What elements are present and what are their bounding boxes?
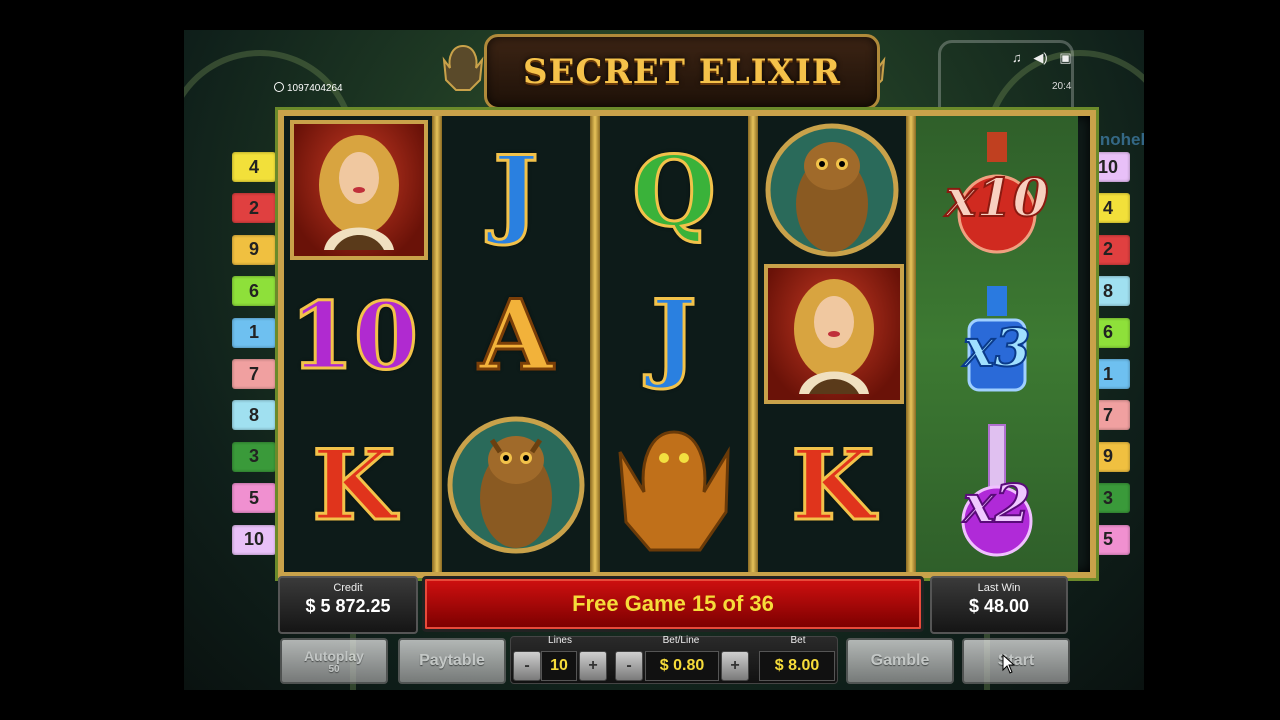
potion-red: x10 — [916, 116, 1078, 266]
credit-display: Credit $ 5 872.25 — [278, 576, 418, 634]
lines-plus-button[interactable]: + — [579, 651, 607, 681]
gargoyle-left-icon — [442, 44, 484, 91]
payline-badge-2[interactable]: 2 — [232, 193, 276, 224]
payline-badge-6[interactable]: 6 — [232, 276, 276, 307]
reel-separator — [590, 116, 600, 572]
last-win-display: Last Win $ 48.00 — [930, 576, 1068, 634]
payline-badge-3[interactable]: 3 — [232, 441, 276, 472]
betline-label: Bet/Line — [662, 635, 700, 646]
payline-badge-4[interactable]: 4 — [232, 152, 276, 182]
lines-value: 10 — [541, 651, 577, 681]
mouse-cursor-icon — [1002, 654, 1016, 674]
woman-portrait-icon — [794, 279, 874, 394]
free-game-status: Free Game 15 of 36 — [422, 576, 924, 632]
start-button[interactable]: Start — [962, 638, 1070, 684]
paytable-button[interactable]: Paytable — [398, 638, 506, 684]
settings-icon[interactable]: ▣ — [1059, 50, 1071, 65]
autoplay-label: Autoplay — [304, 647, 364, 664]
payline-badge-10[interactable]: 10 — [232, 524, 276, 555]
reel-5-multipliers: x10 x3 x2 — [916, 116, 1078, 572]
betline-minus-button[interactable]: - — [615, 651, 643, 681]
reel-separator — [432, 116, 442, 572]
reel-3: Q J — [600, 116, 748, 572]
multiplier-x2: x2 — [962, 473, 1031, 536]
gargoyle-symbol — [610, 412, 738, 558]
owl-icon — [765, 123, 899, 257]
potion-blue: x3 — [916, 266, 1078, 416]
woman-symbol — [764, 264, 904, 404]
multiplier-x3: x3 — [962, 317, 1031, 380]
lines-label: Lines — [548, 635, 572, 646]
reel-1: 10 K — [284, 116, 434, 572]
payline-badge-7[interactable]: 7 — [232, 359, 276, 389]
reel-4: K — [758, 116, 908, 572]
control-panel: Credit $ 5 872.25 Free Game 15 of 36 Las… — [278, 574, 1070, 684]
payline-badge-8[interactable]: 8 — [232, 400, 276, 431]
ten-symbol: 10 — [288, 282, 419, 390]
owl-icon — [447, 416, 585, 554]
lines-minus-button[interactable]: - — [513, 651, 541, 681]
autoplay-count: 50 — [328, 663, 340, 675]
payline-badge-9[interactable]: 9 — [232, 234, 276, 265]
gamble-button[interactable]: Gamble — [846, 638, 954, 684]
game-id-value: 1097404264 — [287, 83, 343, 94]
game-id-label: 1097404264 — [274, 82, 343, 94]
info-icon — [274, 82, 284, 92]
woman-portrait-icon — [319, 135, 399, 250]
payline-badge-1[interactable]: 1 — [232, 317, 276, 348]
j-symbol: J — [650, 279, 698, 392]
a-symbol: A — [477, 279, 554, 392]
reel-2: J A — [442, 116, 590, 572]
k-symbol: K — [311, 429, 397, 542]
potion-purple: x2 — [916, 416, 1078, 566]
multiplier-x10: x10 — [944, 167, 1049, 230]
credit-value: $ 5 872.25 — [305, 596, 391, 616]
credit-label: Credit — [333, 582, 363, 594]
last-win-label: Last Win — [977, 582, 1021, 594]
top-toolbar: ♫ ◀) ▣ — [1012, 50, 1080, 66]
autoplay-button[interactable]: Autoplay 50 — [280, 638, 388, 684]
j-symbol: J — [492, 135, 540, 248]
bet-value: $ 8.00 — [759, 651, 835, 681]
payline-badge-5[interactable]: 5 — [232, 483, 276, 514]
betline-value: $ 0.80 — [645, 651, 719, 681]
music-icon[interactable]: ♫ — [1012, 50, 1022, 65]
bet-label: Bet — [790, 635, 806, 646]
q-symbol: Q — [631, 135, 718, 248]
game-stage: SECRET ELIXIR 1097404264 ♫ ◀) ▣ 20:4 Cas… — [184, 30, 1144, 690]
reels-frame: 10 K J A Q J K x10 x3 x2 — [278, 110, 1096, 578]
speaker-icon[interactable]: ◀) — [1033, 50, 1047, 65]
woman-symbol — [290, 120, 428, 260]
reel-separator — [906, 116, 916, 572]
k-symbol: K — [790, 429, 876, 542]
betline-plus-button[interactable]: + — [721, 651, 749, 681]
clock: 20:4 — [1052, 81, 1072, 92]
game-title-plate: SECRET ELIXIR — [484, 34, 880, 110]
bet-controls: Lines - 10 + Bet/Line - $ 0.80 + Bet $ 8… — [510, 635, 838, 684]
gargoyle-icon — [618, 430, 730, 552]
owl-symbol — [446, 412, 586, 558]
game-title: SECRET ELIXIR — [522, 52, 842, 92]
owl-symbol — [762, 120, 902, 260]
reel-separator — [748, 116, 758, 572]
last-win-value: $ 48.00 — [968, 596, 1030, 616]
